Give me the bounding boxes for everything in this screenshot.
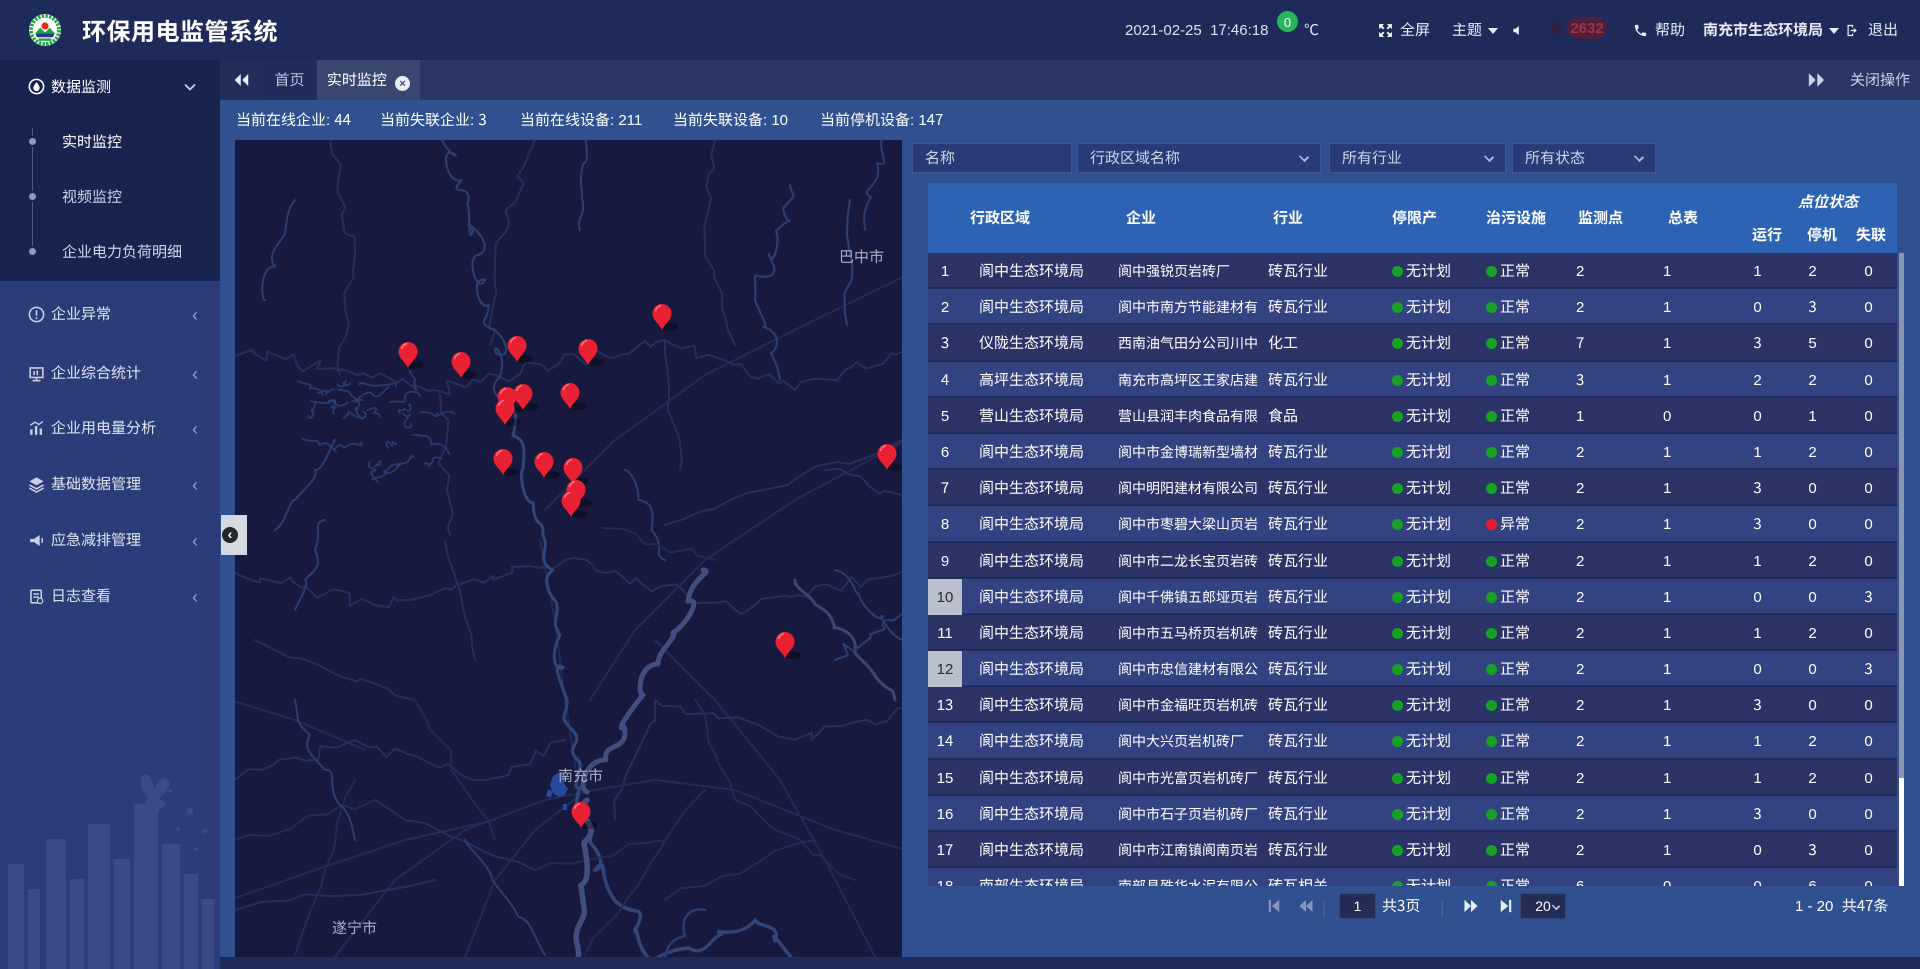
svg-text:巴中市: 巴中市 bbox=[839, 246, 884, 267]
svg-text:遂宁市: 遂宁市 bbox=[332, 917, 377, 938]
svg-text:南充市: 南充市 bbox=[558, 765, 603, 786]
